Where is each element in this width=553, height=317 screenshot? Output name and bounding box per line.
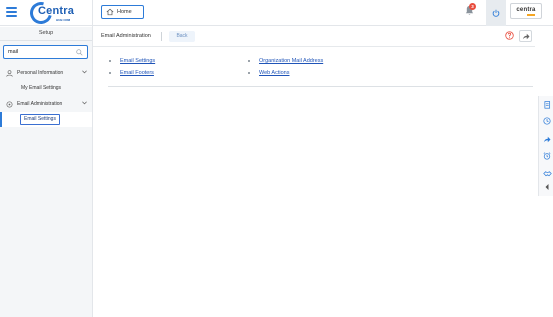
alarm-icon[interactable] — [542, 151, 552, 161]
notification-badge: 3 — [469, 3, 476, 10]
page-title: Email Administration — [101, 33, 151, 39]
search-icon[interactable] — [76, 49, 83, 56]
logo-text: Centra — [38, 5, 75, 17]
notification-bell-icon[interactable]: 3 — [465, 3, 476, 17]
link-item: Organization Mail Address — [248, 58, 323, 64]
link-web-actions[interactable]: Web Actions — [259, 70, 289, 76]
email-admin-links: Email Settings Email Footers Organizatio… — [93, 48, 535, 88]
sidebar-section-label: Email Administration — [17, 101, 63, 107]
sidebar-section-label: Personal Information — [17, 70, 64, 76]
power-button[interactable] — [486, 0, 506, 26]
gear-icon — [4, 101, 14, 108]
share-arrow-icon[interactable] — [542, 134, 552, 144]
sidebar-item-email-settings[interactable]: Email Settings — [20, 114, 60, 125]
top-bar: Centra HUB CRM Home 3 centra — [0, 0, 553, 29]
chevron-left-icon[interactable] — [542, 182, 552, 192]
app-logo[interactable]: Centra HUB CRM — [25, 0, 76, 29]
home-button[interactable]: Home — [101, 5, 144, 19]
back-button[interactable]: Back — [169, 31, 195, 42]
bullet-icon — [248, 60, 250, 62]
link-item: Web Actions — [248, 70, 289, 76]
sidebar-section-personal-information[interactable]: Personal Information — [0, 67, 92, 79]
search-input[interactable] — [8, 49, 76, 55]
company-logo-bar — [527, 13, 535, 16]
handshake-icon[interactable] — [542, 168, 552, 178]
share-button[interactable] — [519, 30, 532, 42]
link-email-settings[interactable]: Email Settings — [120, 58, 155, 64]
link-organization-mail-address[interactable]: Organization Mail Address — [259, 58, 323, 64]
clock-icon[interactable] — [542, 116, 552, 126]
document-icon[interactable] — [542, 100, 552, 110]
home-icon — [106, 8, 114, 16]
link-item: Email Settings — [109, 58, 155, 64]
bullet-icon — [248, 72, 250, 74]
hamburger-menu-icon[interactable] — [6, 7, 17, 17]
link-item: Email Footers — [109, 70, 154, 76]
share-arrow-icon — [522, 33, 529, 39]
company-logo[interactable]: centra — [510, 3, 542, 19]
sidebar-item-my-email-settings[interactable]: My Email Settings — [21, 85, 61, 91]
link-email-footers[interactable]: Email Footers — [120, 70, 154, 76]
links-divider — [108, 86, 533, 87]
sidebar-active-indicator — [0, 112, 2, 127]
content-header: Email Administration Back — [93, 27, 535, 47]
sidebar-search[interactable] — [3, 45, 88, 59]
chevron-down-icon[interactable] — [82, 101, 87, 107]
logo-subtext: HUB CRM — [56, 18, 71, 22]
right-toolbar — [538, 96, 553, 196]
sidebar-title-divider — [0, 40, 92, 41]
bullet-icon — [109, 60, 111, 62]
home-label: Home — [117, 9, 132, 15]
chevron-down-icon[interactable] — [82, 70, 87, 76]
bullet-icon — [109, 72, 111, 74]
power-icon — [492, 9, 500, 17]
header-separator — [161, 32, 162, 41]
sidebar: Setup Personal Information My Email Sett… — [0, 27, 92, 317]
sidebar-title: Setup — [38, 30, 54, 36]
sidebar-section-email-administration[interactable]: Email Administration — [0, 98, 92, 110]
company-logo-text: centra — [516, 6, 536, 13]
person-icon — [4, 69, 14, 77]
help-icon[interactable] — [505, 31, 514, 42]
